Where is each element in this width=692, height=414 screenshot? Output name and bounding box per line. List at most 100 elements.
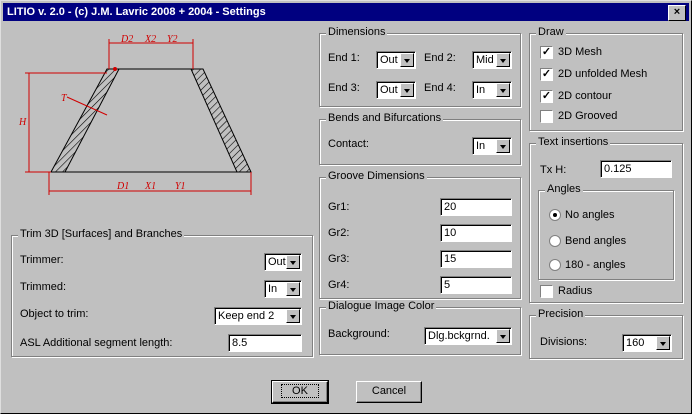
chevron-down-icon[interactable] [286,309,300,323]
dimensions-title: Dimensions [326,26,388,38]
draw-2d-contour-label: 2D contour [558,90,612,102]
trimmed-value: In [268,283,278,295]
asl-label: ASL Additional segment length: [20,337,173,349]
label-y2: Y2 [167,34,178,45]
chevron-down-icon[interactable] [400,53,414,67]
chevron-down-icon[interactable] [400,83,414,97]
label-h: H [18,117,27,128]
angles-group: Angles No angles Bend angles 180 - angle… [538,183,674,280]
gr3-label: Gr3: [328,253,350,265]
trimmer-label: Trimmer: [20,254,64,266]
trimmer-value: Out [268,256,286,268]
chevron-down-icon[interactable] [286,255,300,269]
label-x1: X1 [144,181,156,192]
end2-value: Mid [476,54,494,66]
draw-2d-unfolded-label: 2D unfolded Mesh [558,68,648,80]
trimmer-select[interactable]: Out [264,253,302,271]
draw-3d-mesh-label: 3D Mesh [558,46,603,58]
radius-label: Radius [558,285,593,297]
divisions-label: Divisions: [540,336,588,348]
end1-value: Out [380,54,398,66]
bend-angles-radio[interactable] [549,235,561,247]
object-to-trim-label: Object to trim: [20,308,89,320]
txh-label: Tx H: [540,164,567,176]
angles-title: Angles [545,183,583,195]
chevron-down-icon[interactable] [286,282,300,296]
asl-input[interactable]: 8.5 [228,334,302,352]
end3-select[interactable]: Out [376,81,416,99]
bends-group: Bends and Bifurcations Contact: In [319,112,521,165]
draw-2d-grooved-checkbox[interactable] [540,110,553,123]
close-button[interactable]: × [668,5,686,21]
dialogue-color-group: Dialogue Image Color Background: Dlg.bck… [319,300,521,355]
ok-button-label: OK [281,384,319,398]
gr4-label: Gr4: [328,279,350,291]
settings-window: LITIO v. 2.0 - (c) J.M. Lavric 2008 + 20… [0,0,692,414]
contact-select[interactable]: In [472,137,512,155]
gr2-label: Gr2: [328,227,350,239]
end1-label: End 1: [328,52,360,64]
end4-value: In [476,84,486,96]
trimmed-select[interactable]: In [264,280,302,298]
label-t: T [61,93,68,104]
window-title: LITIO v. 2.0 - (c) J.M. Lavric 2008 + 20… [7,6,266,18]
divisions-value: 160 [626,337,645,349]
label-x2: X2 [144,34,156,45]
precision-group: Precision Divisions: 160 [529,308,683,359]
gr3-input[interactable]: 15 [440,250,512,268]
divisions-select[interactable]: 160 [622,334,672,352]
radius-checkbox[interactable] [540,285,553,298]
txh-input[interactable]: 0.125 [600,160,672,178]
contact-label: Contact: [328,138,369,150]
chevron-down-icon[interactable] [496,139,510,153]
label-y1: Y1 [175,181,186,192]
draw-group: Draw ✓ 3D Mesh ✓ 2D unfolded Mesh ✓ 2D c… [529,26,683,131]
groove-title: Groove Dimensions [326,170,427,182]
text-insertions-group: Text insertions Tx H: 0.125 Angles No an… [529,136,683,303]
text-insertions-title: Text insertions [536,136,611,148]
object-to-trim-select[interactable]: Keep end 2 [214,307,302,325]
gr1-label: Gr1: [328,201,350,213]
no-angles-radio[interactable] [549,209,561,221]
cancel-button[interactable]: Cancel [356,381,422,403]
no-angles-label: No angles [565,209,615,221]
trim-group: Trim 3D [Surfaces] and Branches Trimmer:… [11,228,313,357]
end3-label: End 3: [328,82,360,94]
trapezoid-diagram: D2 X2 Y2 D1 X1 Y1 H T [18,34,252,195]
end4-select[interactable]: In [472,81,512,99]
right-wall [190,68,252,173]
chevron-down-icon[interactable] [496,329,510,343]
180-angles-radio[interactable] [549,259,561,271]
gr4-input[interactable]: 5 [440,276,512,294]
end4-label: End 4: [424,82,456,94]
end1-select[interactable]: Out [376,51,416,69]
title-bar: LITIO v. 2.0 - (c) J.M. Lavric 2008 + 20… [3,3,689,21]
draw-2d-grooved-label: 2D Grooved [558,110,618,122]
draw-3d-mesh-checkbox[interactable]: ✓ [540,46,553,59]
draw-title: Draw [536,26,566,38]
background-label: Background: [328,328,390,340]
left-wall [50,68,120,173]
label-d1: D1 [116,181,129,192]
chevron-down-icon[interactable] [656,336,670,350]
end2-select[interactable]: Mid [472,51,512,69]
trimmed-label: Trimmed: [20,281,67,293]
end3-value: Out [380,84,398,96]
background-select[interactable]: Dlg.bckgrnd. [424,327,512,345]
trim-group-title: Trim 3D [Surfaces] and Branches [18,228,185,240]
label-d2: D2 [120,34,133,45]
dimensions-group: Dimensions End 1: Out End 2: Mid End 3: … [319,26,521,107]
ok-button[interactable]: OK [271,380,329,404]
bends-title: Bends and Bifurcations [326,112,444,124]
180-angles-label: 180 - angles [565,259,626,271]
chevron-down-icon[interactable] [496,83,510,97]
precision-title: Precision [536,308,586,320]
chevron-down-icon[interactable] [496,53,510,67]
gr1-input[interactable]: 20 [440,198,512,216]
draw-2d-unfolded-checkbox[interactable]: ✓ [540,68,553,81]
bend-angles-label: Bend angles [565,235,627,247]
object-to-trim-value: Keep end 2 [218,310,275,322]
draw-2d-contour-checkbox[interactable]: ✓ [540,90,553,103]
gr2-input[interactable]: 10 [440,224,512,242]
background-value: Dlg.bckgrnd. [428,330,490,342]
